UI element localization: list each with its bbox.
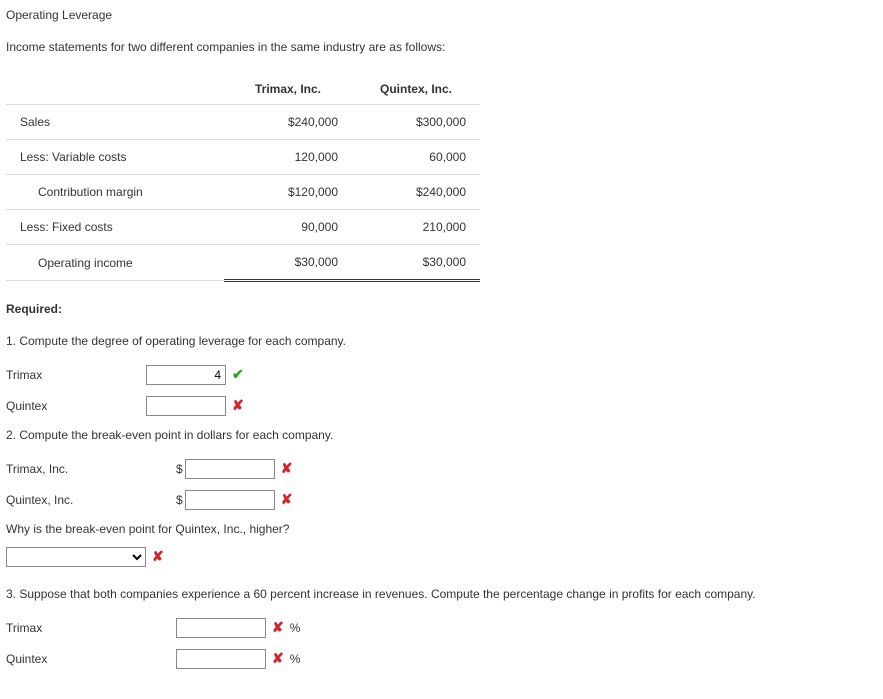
q3-trimax-label: Trimax — [6, 619, 176, 637]
intro-text: Income statements for two different comp… — [6, 38, 877, 56]
cross-icon: ✘ — [272, 648, 284, 669]
cross-icon: ✘ — [272, 617, 284, 638]
q2-quintex-input[interactable] — [185, 490, 275, 510]
row-varcost-label: Less: Variable costs — [6, 140, 224, 175]
cross-icon: ✘ — [232, 395, 244, 416]
row-sales-c1: $240,000 — [224, 105, 352, 140]
q1-quintex-label: Quintex — [6, 397, 146, 415]
percent-symbol: % — [290, 650, 301, 668]
q1-trimax-input[interactable] — [146, 365, 226, 385]
table-row: Less: Variable costs 120,000 60,000 — [6, 140, 480, 175]
header-trimax: Trimax, Inc. — [224, 74, 352, 105]
row-contrib-label: Contribution margin — [6, 175, 224, 210]
row-fixcost-label: Less: Fixed costs — [6, 210, 224, 245]
row-contrib-c1: $120,000 — [224, 175, 352, 210]
q1-prompt: 1. Compute the degree of operating lever… — [6, 332, 877, 350]
q1-trimax-label: Trimax — [6, 366, 146, 384]
row-contrib-c2: $240,000 — [352, 175, 480, 210]
check-icon: ✔ — [232, 364, 244, 385]
q2-why-select[interactable] — [6, 547, 146, 567]
row-opinc-c1: $30,000 — [224, 245, 352, 281]
header-quintex: Quintex, Inc. — [352, 74, 480, 105]
currency-symbol: $ — [176, 460, 183, 478]
q2-quintex-label: Quintex, Inc. — [6, 491, 176, 509]
q2-why-prompt: Why is the break-even point for Quintex,… — [6, 520, 877, 538]
row-fixcost-c1: 90,000 — [224, 210, 352, 245]
q3-quintex-input[interactable] — [176, 649, 266, 669]
row-varcost-c1: 120,000 — [224, 140, 352, 175]
q2-prompt: 2. Compute the break-even point in dolla… — [6, 426, 877, 444]
row-fixcost-c2: 210,000 — [352, 210, 480, 245]
cross-icon: ✘ — [152, 546, 164, 567]
income-statement-table: Trimax, Inc. Quintex, Inc. Sales $240,00… — [6, 74, 480, 282]
q3-quintex-label: Quintex — [6, 650, 176, 668]
row-sales-c2: $300,000 — [352, 105, 480, 140]
header-blank — [6, 74, 224, 105]
table-row: Less: Fixed costs 90,000 210,000 — [6, 210, 480, 245]
q3-prompt: 3. Suppose that both companies experienc… — [6, 585, 877, 603]
table-row: Sales $240,000 $300,000 — [6, 105, 480, 140]
q1-quintex-input[interactable] — [146, 396, 226, 416]
percent-symbol: % — [290, 619, 301, 637]
row-varcost-c2: 60,000 — [352, 140, 480, 175]
cross-icon: ✘ — [281, 489, 293, 510]
row-sales-label: Sales — [6, 105, 224, 140]
table-row: Contribution margin $120,000 $240,000 — [6, 175, 480, 210]
row-opinc-label: Operating income — [6, 245, 224, 281]
q2-trimax-label: Trimax, Inc. — [6, 460, 176, 478]
cross-icon: ✘ — [281, 458, 293, 479]
page-title: Operating Leverage — [6, 6, 877, 24]
required-heading: Required: — [6, 300, 877, 318]
table-row: Operating income $30,000 $30,000 — [6, 245, 480, 281]
currency-symbol: $ — [176, 491, 183, 509]
q2-trimax-input[interactable] — [185, 459, 275, 479]
q3-trimax-input[interactable] — [176, 618, 266, 638]
row-opinc-c2: $30,000 — [352, 245, 480, 281]
